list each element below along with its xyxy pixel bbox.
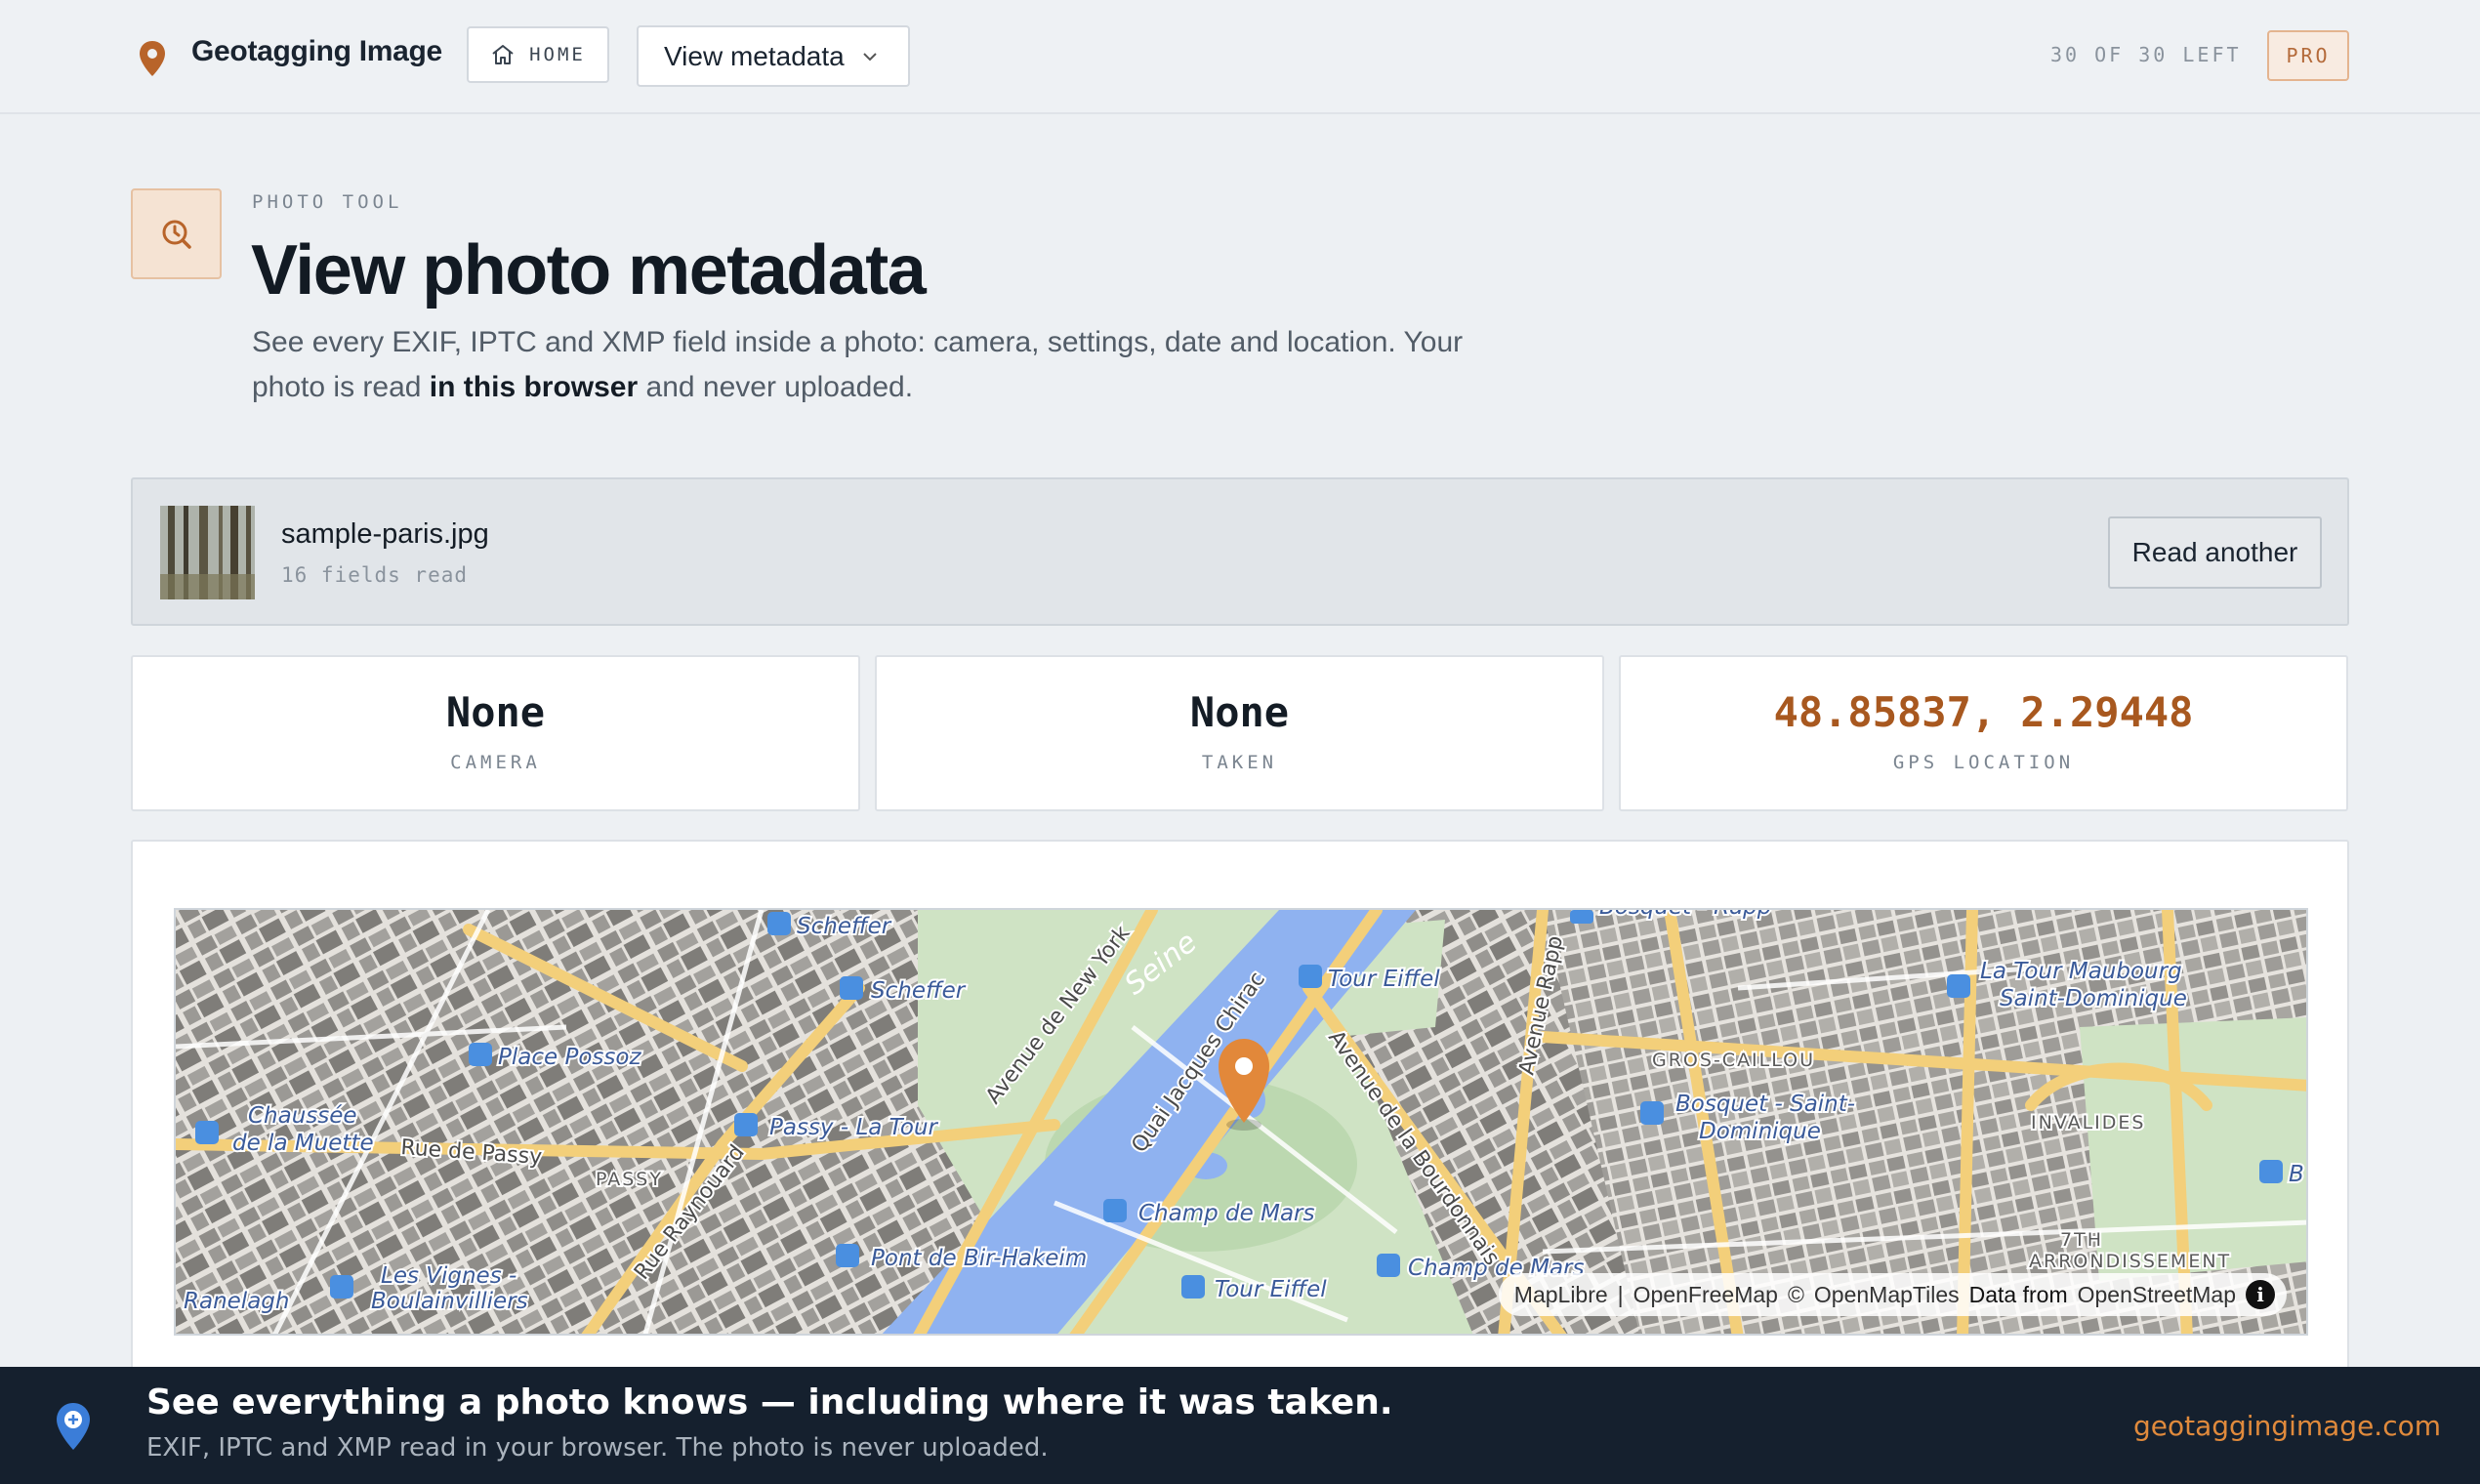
map-label-chaussee: Chaussée (248, 1103, 357, 1129)
map-label-passy: PASSY (596, 1169, 663, 1190)
map-label-passy-la-tour: Passy - La Tour (769, 1115, 939, 1140)
data-from-text: Data from (1968, 1281, 2068, 1307)
gps-card: 48.85837, 2.29448 GPS LOCATION (1619, 655, 2348, 811)
openfreemap-link[interactable]: OpenFreeMap (1633, 1282, 1778, 1308)
read-another-button[interactable]: Read another (2108, 516, 2322, 589)
map-label-bosquet-sd: Bosquet - Saint- (1675, 1092, 1855, 1117)
pro-badge[interactable]: PRO (2267, 30, 2349, 81)
map-label-7th: 7TH (2060, 1229, 2103, 1251)
banner-subline: EXIF, IPTC and XMP read in your browser.… (146, 1433, 1049, 1463)
photo-thumbnail (160, 506, 255, 599)
map-label-bosquet-rapp: Bosquet - Rapp (1599, 910, 1771, 920)
tool-select-dropdown[interactable]: View metadata (637, 25, 910, 87)
map-label-les-vignes: Les Vignes - (381, 1263, 517, 1289)
camera-card: None CAMERA (131, 655, 860, 811)
tool-select-value: View metadata (664, 40, 845, 71)
map-label-b: B (2289, 1162, 2304, 1187)
openmaptiles-link[interactable]: OpenMapTiles (1814, 1282, 1960, 1308)
page-description: See every EXIF, IPTC and XMP field insid… (252, 320, 1521, 410)
maplibre-link[interactable]: MapLibre (1514, 1282, 1608, 1308)
map-label-de-la-muette: de la Muette (232, 1131, 374, 1156)
attribution-separator: | (1617, 1281, 1624, 1307)
map-label-boulainvilliers: Boulainvilliers (371, 1289, 528, 1314)
search-clock-icon (131, 188, 222, 279)
promo-banner: See everything a photo knows — including… (0, 1367, 2480, 1484)
map-label-champ-de-mars: Champ de Mars (1138, 1201, 1315, 1226)
map-label-dominique: Dominique (1699, 1119, 1821, 1144)
home-button[interactable]: HOME (467, 26, 609, 83)
map-label-gros-caillou: GROS-CAILLOU (1652, 1050, 1815, 1071)
file-bar: sample-paris.jpg 16 fields read Read ano… (131, 477, 2349, 626)
lede-emphasis: in this browser (429, 371, 639, 403)
location-pin-icon (140, 41, 165, 76)
location-map[interactable]: Scheffer Scheffer Tour Eiffel Bosquet - … (174, 908, 2308, 1336)
map-label-ranelagh: Ranelagh (184, 1289, 289, 1314)
map-label-tour-eiffel-2: Tour Eiffel (1215, 1277, 1327, 1302)
camera-value: None (445, 688, 546, 736)
page-title: View photo metadata (251, 231, 927, 309)
file-name: sample-paris.jpg (281, 518, 489, 550)
camera-label: CAMERA (450, 752, 541, 773)
map-label-arrondissement: ARRONDISSEMENT (2029, 1251, 2231, 1272)
taken-value: None (1189, 688, 1290, 736)
taken-label: TAKEN (1201, 752, 1278, 773)
home-icon (492, 45, 514, 64)
info-icon[interactable]: i (2246, 1280, 2275, 1309)
top-bar: Geotagging Image HOME View metadata 30 O… (0, 0, 2480, 114)
chevron-down-icon (863, 52, 877, 61)
gps-label: GPS LOCATION (1892, 752, 2075, 773)
map-label-tour-eiffel: Tour Eiffel (1328, 967, 1440, 992)
map-label-place-possoz: Place Possoz (498, 1045, 641, 1070)
banner-headline: See everything a photo knows — including… (146, 1382, 1393, 1422)
map-label-saint-dominique: Saint-Dominique (2000, 986, 2187, 1011)
map-label-scheffer: Scheffer (797, 914, 892, 939)
taken-card: None TAKEN (875, 655, 1604, 811)
map-label-invalides: INVALIDES (2031, 1112, 2145, 1134)
map-label-la-tour-maubourg: La Tour Maubourg (1980, 959, 2182, 984)
fields-read-count: 16 fields read (281, 563, 469, 587)
map-panel: Scheffer Scheffer Tour Eiffel Bosquet - … (131, 840, 2349, 1386)
home-label: HOME (529, 44, 586, 65)
quota-counter: 30 OF 30 LEFT (2050, 43, 2242, 66)
lede-text-after: and never uploaded. (638, 371, 914, 403)
map-label-pont-bir-hakeim: Pont de Bir-Hakeim (871, 1246, 1087, 1271)
brand-name[interactable]: Geotagging Image (191, 35, 442, 68)
openstreetmap-link[interactable]: OpenStreetMap (2078, 1282, 2236, 1308)
copyright-symbol: © (1787, 1281, 1804, 1307)
map-label-scheffer-2: Scheffer (871, 978, 967, 1004)
eyebrow-label: PHOTO TOOL (252, 191, 403, 213)
site-link[interactable]: geotaggingimage.com (2133, 1410, 2441, 1442)
gps-value[interactable]: 48.85837, 2.29448 (1621, 688, 2346, 736)
location-pin-icon (57, 1403, 90, 1450)
map-attribution: MapLibre | OpenFreeMap © OpenMapTiles Da… (1498, 1273, 2287, 1316)
